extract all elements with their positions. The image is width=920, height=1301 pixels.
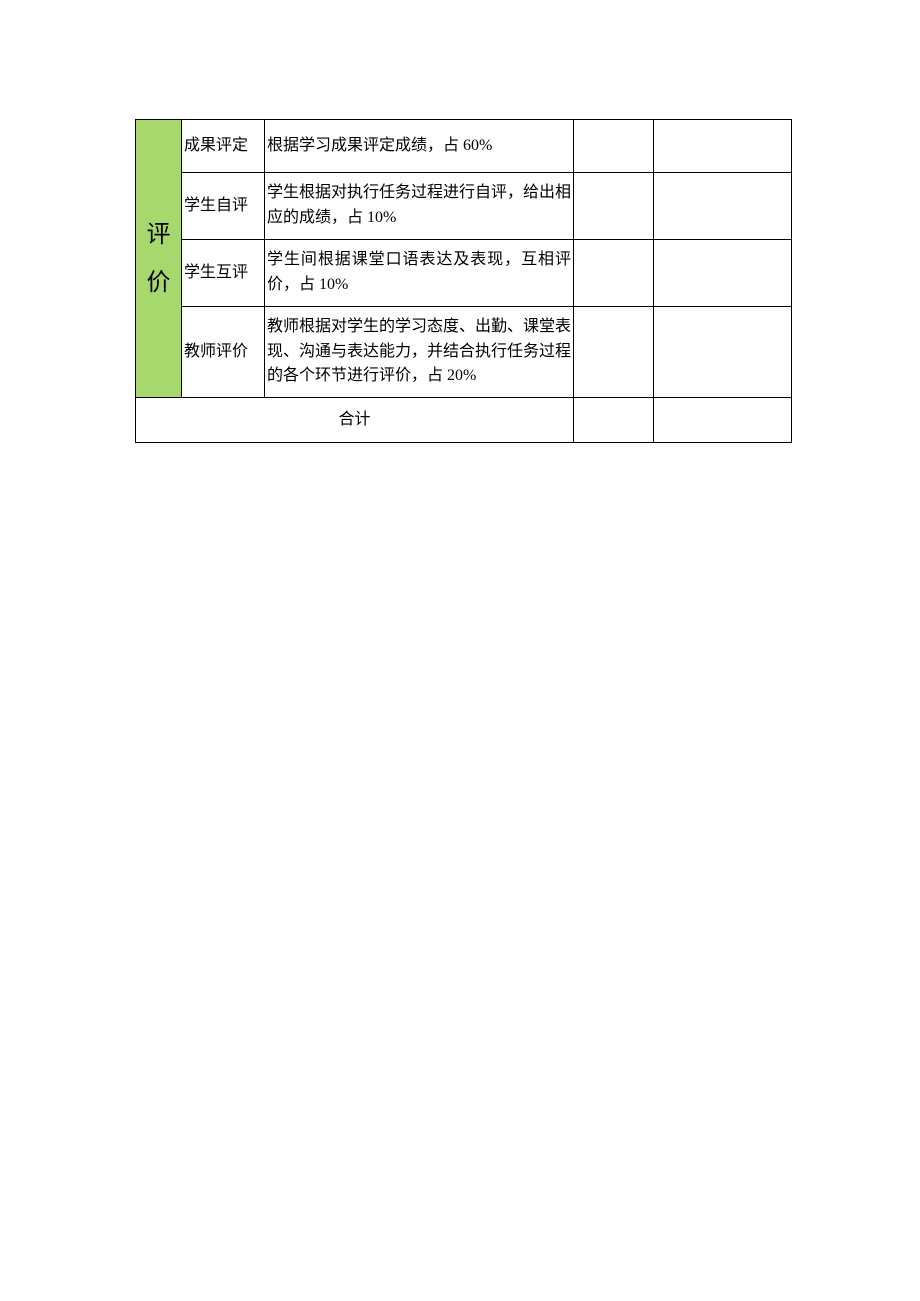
extra-cell: [654, 120, 792, 173]
desc-cell: 学生根据对执行任务过程进行自评，给出相应的成绩，占 10%: [265, 173, 574, 240]
table-row-total: 合计: [136, 398, 792, 443]
item-label: 学生互评: [182, 257, 264, 290]
page: 评 价 成果评定 根据学习成果评定成绩，占 60% 学生自评 学生: [0, 0, 920, 1301]
desc-text: 教师根据对学生的学习态度、出勤、课堂表现、沟通与表达能力，并结合执行任务过程的各…: [265, 311, 573, 393]
item-cell: 学生互评: [182, 240, 265, 307]
item-label: 教师评价: [182, 336, 264, 369]
score-cell: [574, 307, 654, 398]
score-cell: [574, 173, 654, 240]
desc-cell: 教师根据对学生的学习态度、出勤、课堂表现、沟通与表达能力，并结合执行任务过程的各…: [265, 307, 574, 398]
item-cell: 成果评定: [182, 120, 265, 173]
score-cell: [574, 240, 654, 307]
category-cell: 评 价: [136, 120, 182, 398]
evaluation-table: 评 价 成果评定 根据学习成果评定成绩，占 60% 学生自评 学生: [135, 119, 792, 443]
item-cell: 学生自评: [182, 173, 265, 240]
item-cell: 教师评价: [182, 307, 265, 398]
item-label: 成果评定: [182, 130, 264, 163]
extra-cell: [654, 240, 792, 307]
desc-cell: 学生间根据课堂口语表达及表现，互相评价，占 10%: [265, 240, 574, 307]
extra-cell: [654, 307, 792, 398]
score-cell: [574, 398, 654, 443]
extra-cell: [654, 173, 792, 240]
table-row: 学生自评 学生根据对执行任务过程进行自评，给出相应的成绩，占 10%: [136, 173, 792, 240]
score-cell: [574, 120, 654, 173]
extra-cell: [654, 398, 792, 443]
desc-text: 学生根据对执行任务过程进行自评，给出相应的成绩，占 10%: [265, 177, 573, 235]
item-label: 学生自评: [182, 190, 264, 223]
total-cell: 合计: [136, 398, 574, 443]
table-row: 评 价 成果评定 根据学习成果评定成绩，占 60%: [136, 120, 792, 173]
desc-text: 学生间根据课堂口语表达及表现，互相评价，占 10%: [265, 244, 573, 302]
desc-cell: 根据学习成果评定成绩，占 60%: [265, 120, 574, 173]
category-char-1: 评: [138, 211, 179, 259]
table-row: 学生互评 学生间根据课堂口语表达及表现，互相评价，占 10%: [136, 240, 792, 307]
table-row: 教师评价 教师根据对学生的学习态度、出勤、课堂表现、沟通与表达能力，并结合执行任…: [136, 307, 792, 398]
total-label: 合计: [136, 404, 573, 437]
category-char-2: 价: [138, 259, 179, 307]
desc-text: 根据学习成果评定成绩，占 60%: [265, 130, 573, 163]
